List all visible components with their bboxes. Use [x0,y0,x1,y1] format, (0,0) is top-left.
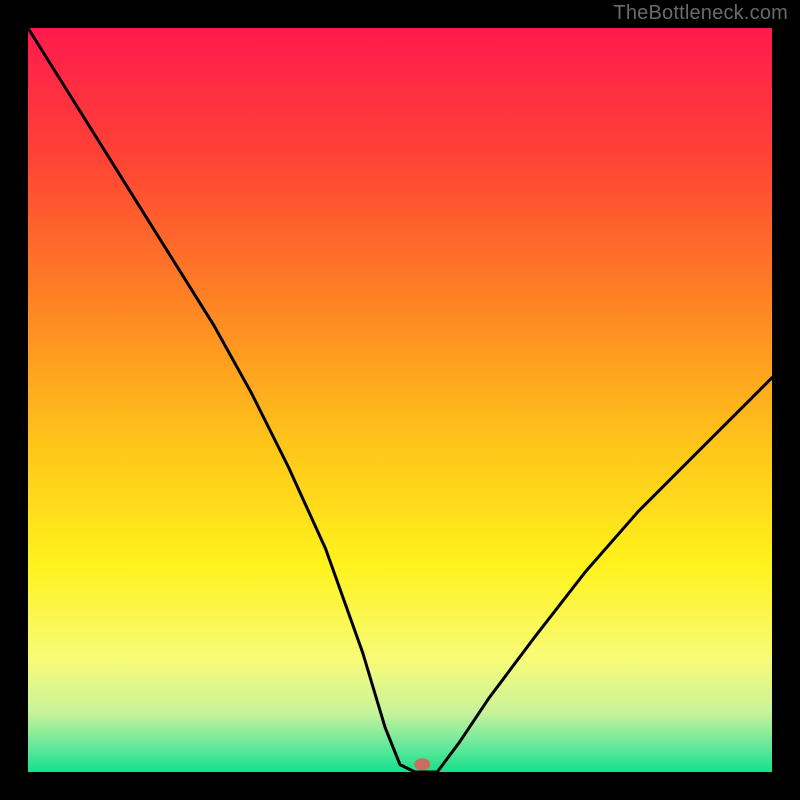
plot-area [28,28,772,772]
watermark-text: TheBottleneck.com [613,2,788,25]
chart-frame: TheBottleneck.com [0,0,800,800]
plot-svg [28,28,772,772]
optimal-marker [414,758,430,770]
gradient-background [28,28,772,772]
